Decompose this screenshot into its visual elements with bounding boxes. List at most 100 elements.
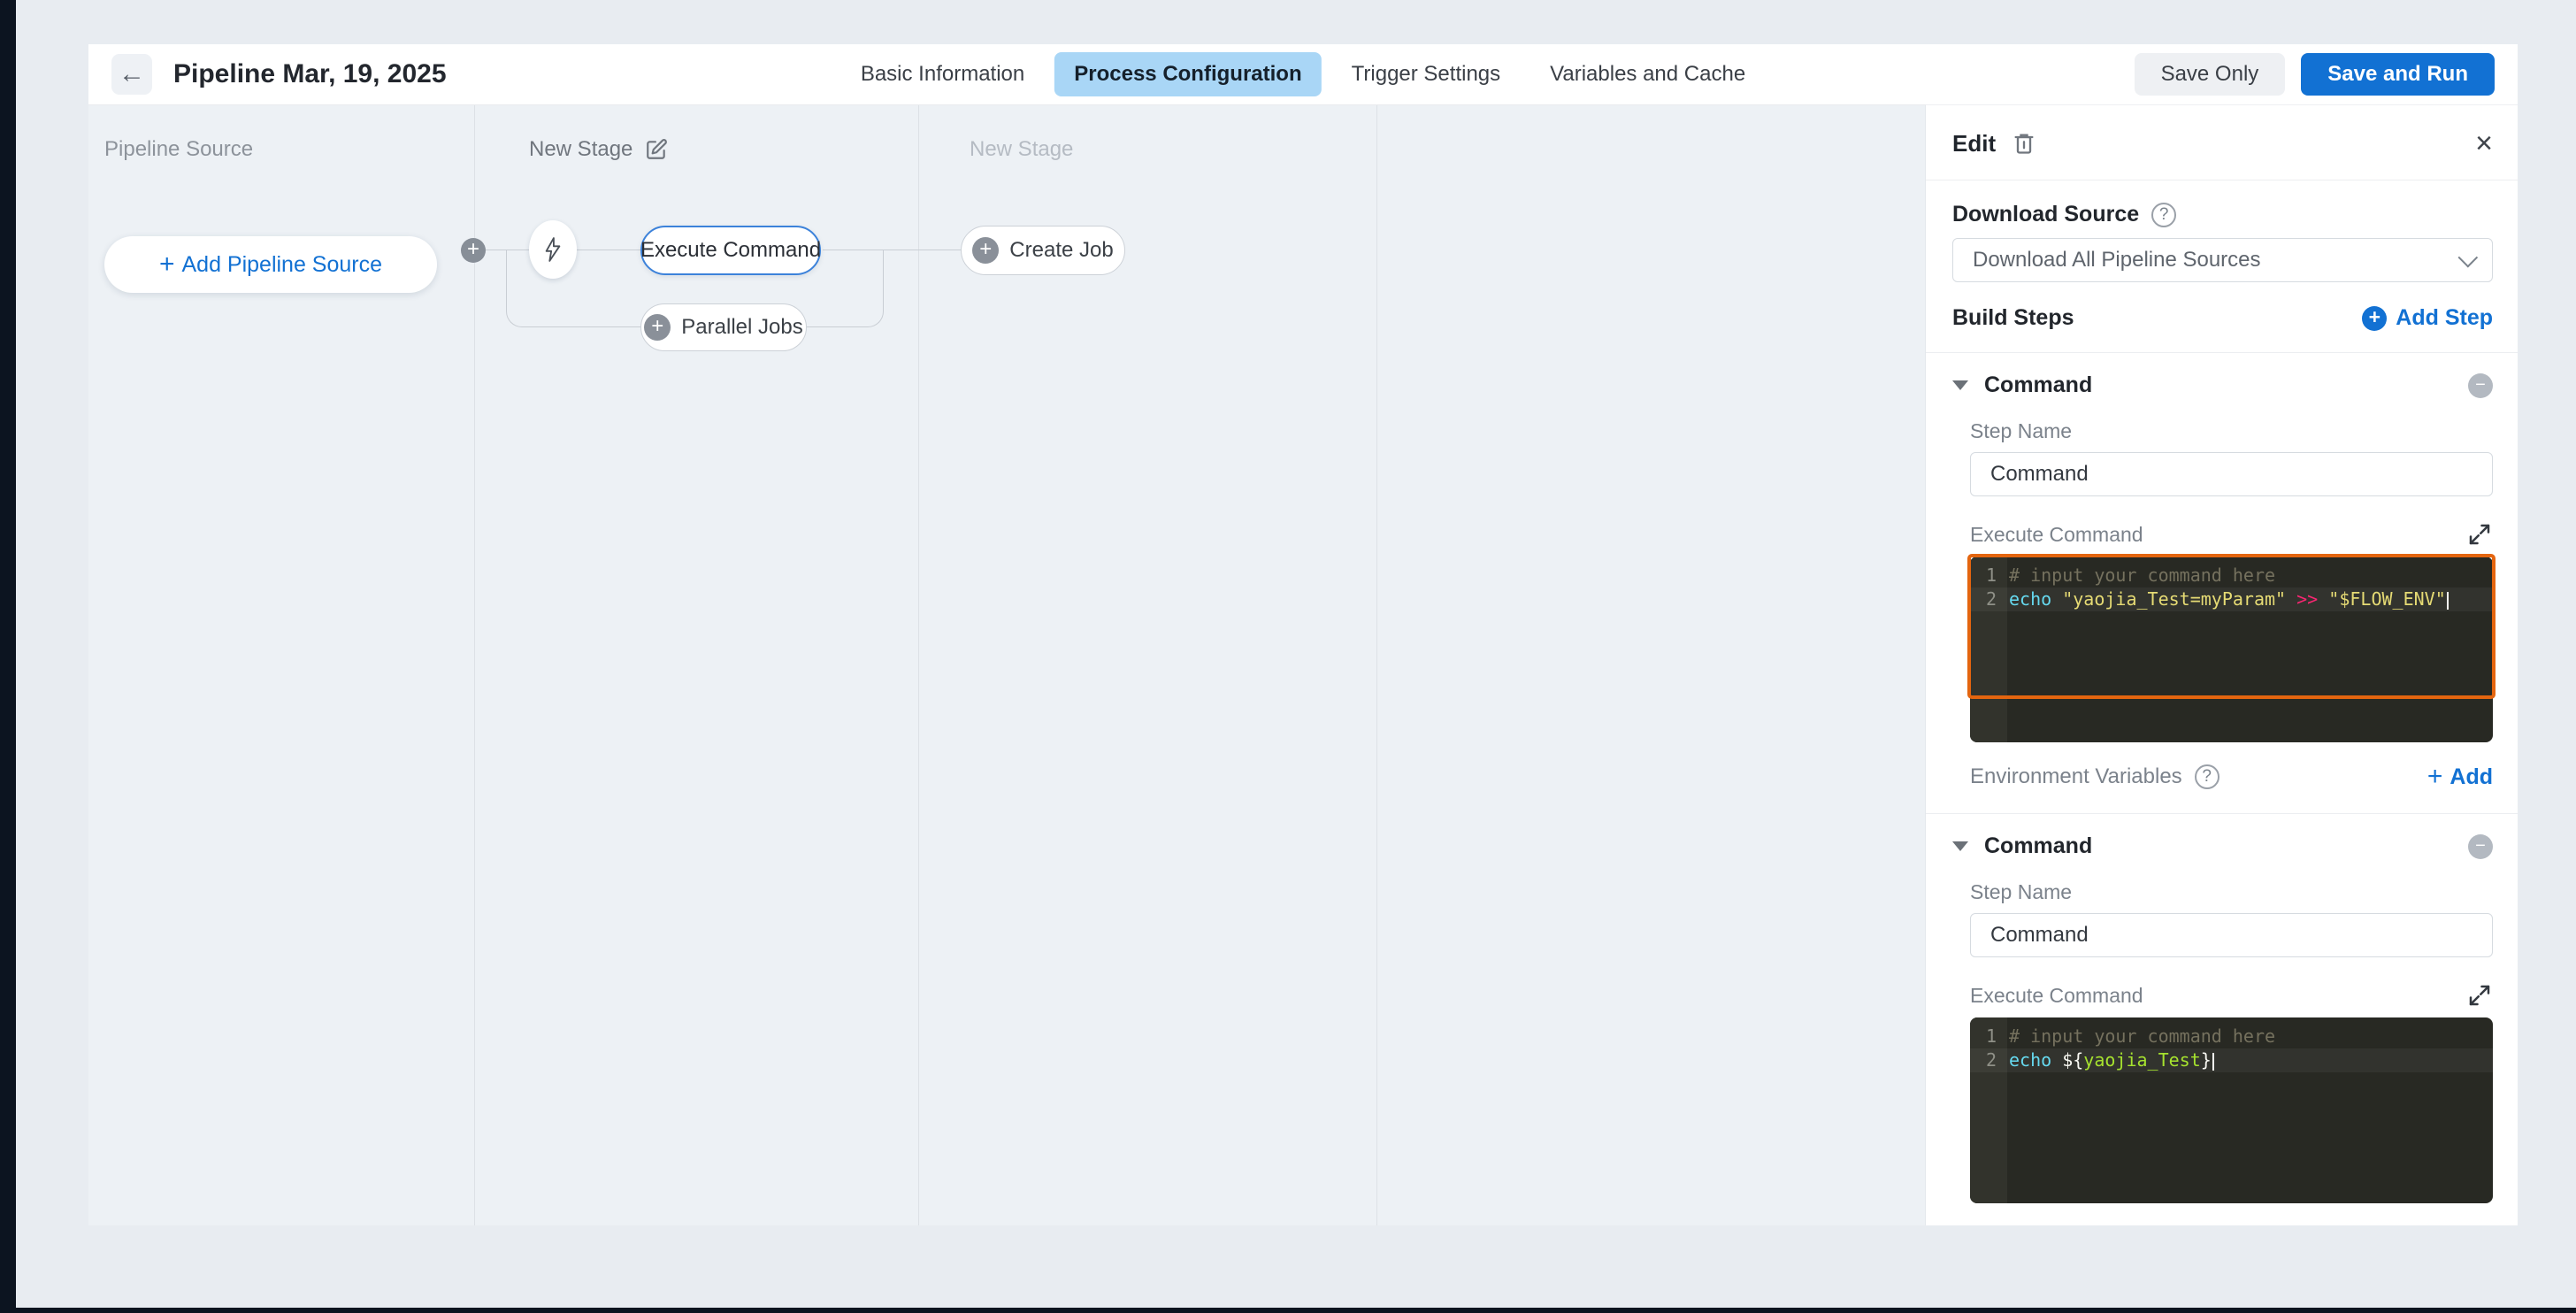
step-2-header[interactable]: Command: [1952, 833, 2493, 859]
plus-icon: [159, 250, 175, 280]
caret-down-icon: [1952, 380, 1968, 390]
step-section-1: Command Step Name Command Execute Comman…: [1952, 372, 2496, 792]
step-2-name-value: Command: [1990, 923, 2089, 947]
collapse-step-icon[interactable]: [2468, 833, 2493, 859]
step-1-execute-row: Execute Command: [1970, 521, 2493, 548]
step-section-2: Command Step Name Command Execute Comman…: [1952, 833, 2493, 1203]
code-content: # input your command here: [2009, 564, 2276, 586]
code-content: echo ${yaojia_Test}: [2009, 1048, 2214, 1072]
page-title: Pipeline Mar, 19, 2025: [173, 59, 447, 88]
build-steps-label: Build Steps: [1952, 305, 2074, 330]
download-source-select[interactable]: Download All Pipeline Sources: [1952, 238, 2493, 282]
tab-trigger-settings[interactable]: Trigger Settings: [1332, 52, 1521, 96]
download-source-value: Download All Pipeline Sources: [1973, 248, 2261, 272]
pipeline-source-label-text: Pipeline Source: [104, 137, 254, 161]
step-1-name-value: Command: [1990, 462, 2089, 486]
trigger-node[interactable]: [529, 220, 577, 279]
top-header: Pipeline Mar, 19, 2025 Basic Information…: [88, 44, 2518, 104]
code-line: 1 # input your command here: [1970, 564, 2493, 587]
execute-command-node-label: Execute Command: [640, 238, 822, 262]
env-add-label: Add: [2450, 764, 2493, 789]
add-pipeline-source-label: Add Pipeline Source: [181, 251, 383, 277]
line-number: 2: [1985, 588, 1997, 610]
expand-editor-icon[interactable]: [2466, 982, 2493, 1009]
create-job-label: Create Job: [1009, 238, 1114, 262]
save-only-button[interactable]: Save Only: [2134, 53, 2286, 96]
pipeline-editor-window: Pipeline Mar, 19, 2025 Basic Information…: [88, 44, 2518, 1225]
line-number: 1: [1985, 564, 1997, 586]
environment-variables-row: Environment Variables Add: [1970, 762, 2493, 792]
step-2-editor-wrap: 1 # input your command here 2 echo ${yaojia…: [1970, 1017, 2493, 1203]
step-2-command-editor[interactable]: 1 # input your command here 2 echo ${yaojia…: [1970, 1017, 2493, 1203]
close-panel-icon[interactable]: [2475, 128, 2493, 158]
column-divider-2: [918, 105, 919, 1225]
header-actions: Save Only Save and Run: [2134, 53, 2495, 96]
code-content: echo "yaojia_Test=myParam" >> "$FLOW_ENV…: [2009, 587, 2449, 611]
collapse-step-icon[interactable]: [2468, 372, 2493, 398]
new-stage-2-label-text: New Stage: [970, 137, 1074, 161]
env-add-button[interactable]: Add: [2427, 762, 2493, 792]
app-page: Pipeline Mar, 19, 2025 Basic Information…: [16, 0, 2576, 1308]
edit-panel: Edit Download Source: [1925, 104, 2518, 1225]
new-stage-1-label-text: New Stage: [529, 137, 633, 161]
save-and-run-button[interactable]: Save and Run: [2301, 53, 2495, 96]
parallel-jobs-button[interactable]: Parallel Jobs: [640, 303, 807, 351]
panel-divider: [1926, 813, 2518, 814]
step-1-name-input[interactable]: Command: [1970, 452, 2493, 496]
edit-panel-header: Edit: [1952, 105, 2493, 158]
step-2-execute-label: Execute Command: [1970, 983, 2143, 1007]
code-line: 2 echo ${yaojia_Test}: [1970, 1048, 2493, 1072]
plus-circle-icon: [2362, 305, 2388, 331]
tab-variables-and-cache[interactable]: Variables and Cache: [1530, 52, 1765, 96]
help-icon[interactable]: [2151, 202, 2177, 227]
step-1-name-label: Step Name: [1970, 419, 2073, 442]
new-stage-1-column-label: New Stage: [529, 137, 668, 162]
add-step-label: Add Step: [2396, 305, 2493, 330]
environment-variables-label: Environment Variables: [1970, 764, 2182, 788]
execute-command-node[interactable]: Execute Command: [640, 226, 821, 275]
plus-circle-icon: [972, 237, 1000, 264]
header-tabs: Basic Information Process Configuration …: [841, 44, 1765, 104]
step-1-execute-label: Execute Command: [1970, 522, 2143, 546]
step-1-editor-wrap: 1 # input your command here 2 echo "yaojia_…: [1967, 554, 2496, 742]
panel-divider: [1926, 352, 2518, 353]
add-stage-plus-button[interactable]: [461, 238, 486, 263]
pipeline-canvas[interactable]: Pipeline Source New Stage New Stage + Ex…: [88, 104, 1925, 1225]
edit-panel-inner: Edit Download Source: [1926, 105, 2518, 1203]
step-2-title: Command: [1984, 833, 2093, 858]
expand-editor-icon[interactable]: [2466, 521, 2493, 548]
plus-circle-icon: [644, 314, 671, 341]
step-2-name-label: Step Name: [1970, 880, 2073, 903]
step-2-name-input[interactable]: Command: [1970, 913, 2493, 957]
step-1-title: Command: [1984, 372, 2093, 397]
help-icon[interactable]: [2194, 764, 2220, 789]
tab-basic-information[interactable]: Basic Information: [841, 52, 1044, 96]
step-1-header[interactable]: Command: [1952, 372, 2493, 398]
card-body: Pipeline Source New Stage New Stage + Ex…: [88, 104, 2518, 1225]
lightning-icon: [542, 236, 564, 263]
plus-icon: [2427, 762, 2443, 792]
code-line: 2 echo "yaojia_Test=myParam" >> "$FLOW_EN…: [1970, 587, 2493, 611]
add-pipeline-source-button[interactable]: Add Pipeline Source: [104, 236, 437, 293]
edit-stage-icon[interactable]: [645, 138, 668, 161]
step-2-execute-row: Execute Command: [1970, 982, 2493, 1009]
line-number: 1: [1985, 1025, 1997, 1047]
download-source-label: Download Source: [1952, 202, 2140, 227]
back-button[interactable]: [111, 54, 152, 95]
step-1-code-lines: 1 # input your command here 2 echo "yaojia_…: [1970, 564, 2493, 611]
create-job-button[interactable]: Create Job: [961, 226, 1125, 275]
text-cursor: [2446, 591, 2449, 610]
line-number: 2: [1985, 1049, 1997, 1071]
tab-process-configuration[interactable]: Process Configuration: [1054, 52, 1322, 96]
chevron-down-icon: [2457, 247, 2479, 268]
column-divider-3: [1376, 105, 1377, 1225]
new-stage-2-column-label: New Stage: [970, 137, 1073, 162]
step-2-code-lines: 1 # input your command here 2 echo ${yaojia…: [1970, 1025, 2493, 1072]
pipeline-source-column-label: Pipeline Source: [104, 137, 253, 162]
add-step-button[interactable]: Add Step: [2362, 305, 2493, 331]
caret-down-icon: [1952, 841, 1968, 851]
parallel-jobs-label: Parallel Jobs: [681, 315, 803, 339]
delete-step-icon[interactable]: [2012, 131, 2036, 156]
code-content: # input your command here: [2009, 1025, 2276, 1047]
step-1-command-editor[interactable]: 1 # input your command here 2 echo "yaojia_…: [1970, 557, 2493, 742]
